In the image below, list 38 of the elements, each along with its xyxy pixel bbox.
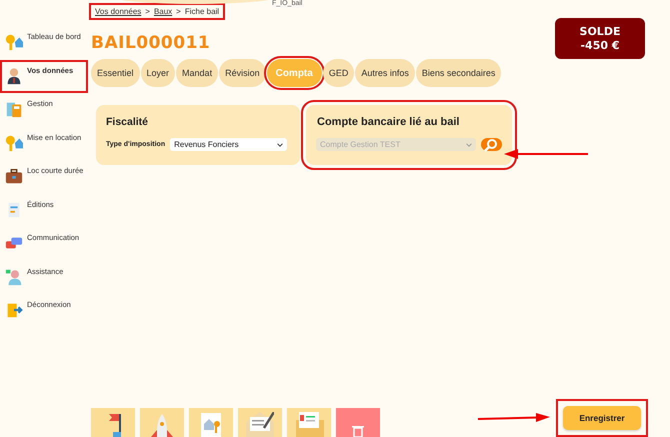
key-icon	[5, 134, 23, 152]
breadcrumb-current: Fiche bail	[184, 7, 220, 16]
tab[interactable]: Mandat	[176, 59, 218, 87]
tab[interactable]: Loyer	[140, 59, 176, 87]
chevron-down-icon	[466, 142, 472, 146]
balance-amount: -450 €	[580, 38, 620, 52]
key-icon	[5, 33, 23, 51]
house-key-icon	[201, 413, 221, 437]
tax-type-select[interactable]: Revenus Fonciers	[170, 138, 288, 151]
chevron-down-icon	[277, 142, 284, 146]
rocket-icon	[151, 414, 173, 437]
breadcrumb-link[interactable]: Vos données	[95, 7, 142, 16]
calculator-icon	[5, 100, 23, 118]
card-title: Fiscalité	[106, 116, 150, 128]
door-icon	[5, 301, 23, 319]
tab[interactable]: Autres infos	[355, 59, 415, 87]
tab[interactable]: GED	[322, 59, 354, 87]
tab[interactable]: Biens secondaires	[416, 59, 502, 87]
lease-title: BAIL000011	[91, 33, 210, 53]
balance-label: SOLDE	[580, 24, 620, 38]
tab[interactable]: Essentiel	[91, 59, 140, 87]
annotation-arrow	[478, 413, 550, 423]
breadcrumb-link[interactable]: Baux	[154, 7, 172, 16]
card-title: Compte bancaire lié au bail	[317, 116, 460, 128]
person-icon	[5, 66, 23, 84]
headset-person-icon	[5, 268, 23, 286]
letter-icon	[246, 412, 274, 437]
breadcrumb-separator: >	[145, 7, 150, 16]
toolbar-button[interactable]	[140, 408, 184, 437]
trash-icon	[352, 426, 364, 437]
toolbar-button[interactable]	[238, 408, 282, 437]
flag-icon	[109, 414, 121, 437]
toolbar-button[interactable]	[91, 408, 135, 437]
tab[interactable]: Révision	[219, 59, 266, 87]
suitcase-icon	[5, 167, 23, 185]
breadcrumb-separator: >	[176, 7, 181, 16]
save-button[interactable]: Enregistrer	[563, 406, 641, 430]
folder-icon	[296, 412, 324, 437]
